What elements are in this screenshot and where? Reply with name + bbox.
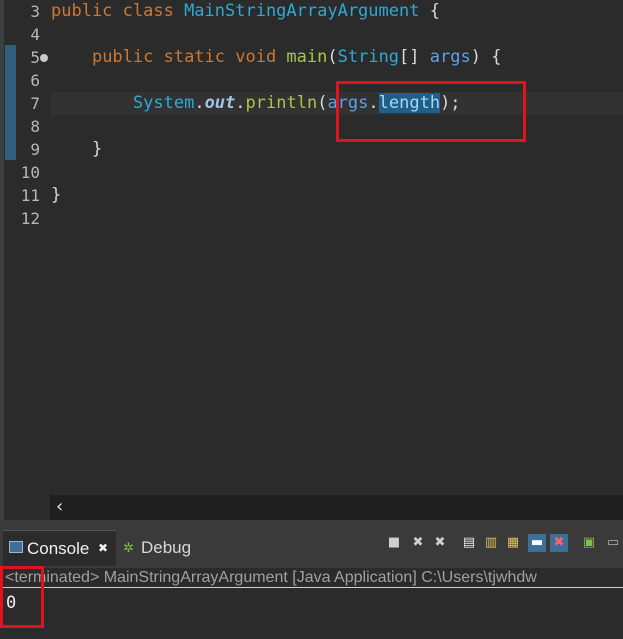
remove-launch-icon[interactable]: ✖ [409, 534, 427, 552]
tab-debug-label: Debug [141, 538, 192, 557]
line-number: 3 [30, 2, 40, 21]
horizontal-scrollbar[interactable]: ‹ [50, 495, 623, 520]
code-token: public static void [91, 47, 287, 67]
code-line[interactable]: public static void main(String[] args) { [51, 46, 623, 69]
console-toolbar: ■ ✖ ✖ ▤ ▥ ▦ ▬ ✖ ▣ ▭ [378, 528, 623, 568]
terminate-icon[interactable]: ■ [385, 534, 403, 552]
code-token: { [419, 1, 440, 21]
highlight-box-output [0, 566, 44, 628]
tab-console-label: Console [27, 539, 90, 558]
code-token: ( [317, 93, 328, 113]
code-line[interactable] [51, 161, 623, 184]
line-number: 12 [20, 209, 40, 228]
code-token: . [235, 93, 246, 113]
pin-console-icon[interactable]: ▬ [528, 534, 546, 552]
display-selected-console-icon[interactable]: ✖ [550, 534, 568, 552]
scroll-lock-icon[interactable]: ▥ [482, 534, 500, 552]
code-token: . [194, 93, 205, 113]
line-number: 11 [20, 186, 40, 205]
code-token: out [204, 93, 236, 113]
console-icon [9, 541, 23, 553]
code-token: String [337, 47, 400, 67]
tab-console[interactable]: Console ✖ [3, 530, 116, 566]
debug-icon: ✲ [123, 540, 134, 555]
code-line[interactable] [51, 23, 623, 46]
code-token: ) { [470, 47, 502, 67]
line-number: 7 [30, 94, 40, 113]
code-token: MainStringArrayArgument [184, 1, 420, 21]
clear-console-icon[interactable]: ▤ [460, 534, 478, 552]
close-icon[interactable]: ✖ [98, 541, 108, 555]
code-token: } [51, 139, 103, 159]
line-number: 6 [30, 71, 40, 90]
code-token: } [51, 185, 62, 205]
scroll-left-icon[interactable]: ‹ [56, 496, 63, 518]
line-number: 5 [30, 48, 40, 67]
code-line[interactable] [51, 207, 623, 230]
line-number: 4 [30, 25, 40, 44]
code-editor[interactable]: 3 4 5 6 7 8 9 10 11 12 public class MainStringArr… [0, 0, 623, 520]
code-token: System [132, 93, 195, 113]
code-token: ( [327, 47, 338, 67]
minimize-icon[interactable]: ▭ [604, 534, 622, 552]
highlight-box-args-length [336, 81, 526, 142]
line-number: 9 [30, 140, 40, 159]
line-number: 10 [20, 163, 40, 182]
code-token: println [245, 93, 318, 113]
console-header: <terminated> MainStringArrayArgument [Ja… [0, 568, 623, 588]
tab-debug[interactable]: ✲ Debug [120, 530, 210, 566]
remove-all-terminated-icon[interactable]: ✖ [431, 534, 449, 552]
code-token: [] [399, 47, 430, 67]
console-tab-bar: Console ✖ ✲ Debug ■ ✖ ✖ ▤ ▥ ▦ ▬ ✖ ▣ ▭ [0, 528, 623, 568]
code-line[interactable]: } [51, 184, 623, 207]
line-number: 8 [30, 117, 40, 136]
open-console-icon[interactable]: ▣ [580, 534, 598, 552]
code-token: args [429, 47, 471, 67]
panel-divider[interactable] [0, 520, 623, 528]
word-wrap-icon[interactable]: ▦ [504, 534, 522, 552]
code-token: public class [51, 1, 185, 21]
fold-toggle-icon[interactable] [40, 54, 48, 62]
console-view[interactable]: <terminated> MainStringArrayArgument [Ja… [0, 566, 623, 639]
code-line[interactable]: public class MainStringArrayArgument { [51, 0, 623, 23]
code-token: main [286, 47, 328, 67]
